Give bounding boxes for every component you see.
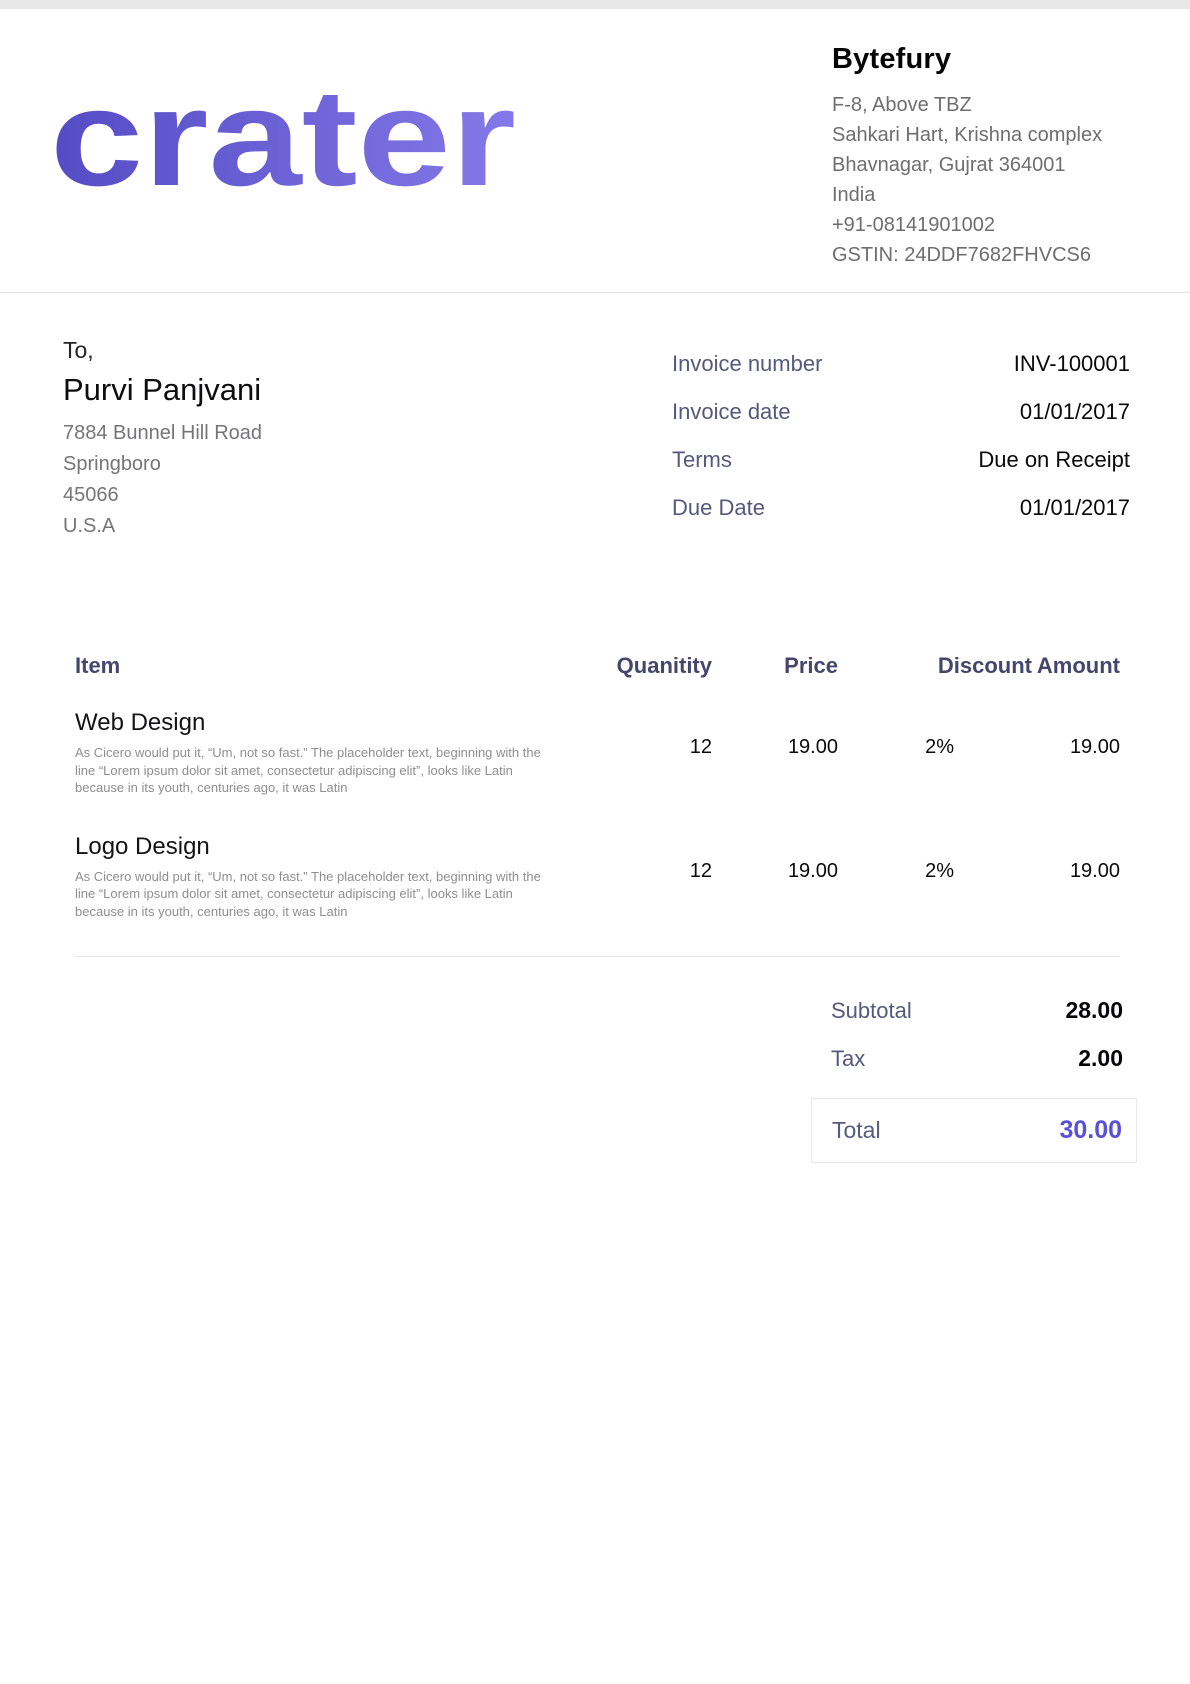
subtotal-row: Subtotal 28.00 (811, 997, 1137, 1024)
logo-text: crater (50, 75, 516, 213)
company-name: Bytefury (832, 43, 1144, 76)
items-table-header: Item Quanitity Price Discount Amount (75, 653, 1120, 679)
customer-address-line: 45066 (63, 480, 262, 511)
tax-value: 2.00 (1078, 1045, 1123, 1072)
customer-address-line: U.S.A (63, 511, 262, 542)
invoice-page: crater Bytefury F-8, Above TBZ Sahkari H… (0, 0, 1190, 1684)
table-row: Logo Design As Cicero would put it, “Um,… (75, 833, 1120, 921)
company-phone: +91-08141901002 (832, 210, 1144, 240)
item-discount: 2% (838, 709, 1032, 797)
invoice-date-value: 01/01/2017 (1020, 399, 1130, 425)
invoice-number-value: INV-100001 (1014, 351, 1130, 377)
company-address-line: Sahkari Hart, Krishna complex (832, 120, 1144, 150)
subtotal-label: Subtotal (831, 998, 912, 1024)
item-price: 19.00 (712, 833, 838, 921)
col-header-item: Item (75, 653, 560, 679)
invoice-meta-block: Invoice number INV-100001 Invoice date 0… (672, 351, 1130, 543)
col-header-discount: Discount (838, 653, 1032, 679)
company-address-line: India (832, 180, 1144, 210)
crater-logo-icon: crater (50, 75, 522, 213)
item-quantity: 12 (560, 833, 712, 921)
col-header-amount: Amount (1032, 653, 1120, 679)
item-price: 19.00 (712, 709, 838, 797)
item-amount: 19.00 (1032, 833, 1120, 921)
company-address-line: F-8, Above TBZ (832, 90, 1144, 120)
item-description: As Cicero would put it, “Um, not so fast… (75, 744, 555, 797)
tax-label: Tax (831, 1046, 865, 1072)
invoice-number-label: Invoice number (672, 351, 822, 377)
bill-to-block: To, Purvi Panjvani 7884 Bunnel Hill Road… (63, 337, 262, 543)
item-amount: 19.00 (1032, 709, 1120, 797)
due-date-value: 01/01/2017 (1020, 495, 1130, 521)
subtotal-value: 28.00 (1065, 997, 1123, 1024)
invoice-number-row: Invoice number INV-100001 (672, 351, 1130, 377)
top-bar (0, 0, 1190, 9)
col-header-price: Price (712, 653, 838, 679)
tax-row: Tax 2.00 (811, 1045, 1137, 1072)
due-date-row: Due Date 01/01/2017 (672, 495, 1130, 521)
company-address-line: Bhavnagar, Gujrat 364001 (832, 150, 1144, 180)
items-table: Item Quanitity Price Discount Amount Web… (0, 653, 1190, 920)
col-header-quantity: Quanitity (560, 653, 712, 679)
total-label: Total (832, 1117, 881, 1144)
table-row: Web Design As Cicero would put it, “Um, … (75, 709, 1120, 797)
crater-logo: crater (50, 75, 522, 218)
item-name: Logo Design (75, 833, 560, 861)
company-gstin: GSTIN: 24DDF7682FHVCS6 (832, 240, 1144, 270)
terms-value: Due on Receipt (978, 447, 1130, 473)
item-name: Web Design (75, 709, 560, 737)
item-description: As Cicero would put it, “Um, not so fast… (75, 868, 555, 921)
item-discount: 2% (838, 833, 1032, 921)
terms-row: Terms Due on Receipt (672, 447, 1130, 473)
customer-address-line: Springboro (63, 449, 262, 480)
total-value: 30.00 (1059, 1116, 1122, 1145)
item-cell: Logo Design As Cicero would put it, “Um,… (75, 833, 560, 921)
invoice-info-section: To, Purvi Panjvani 7884 Bunnel Hill Road… (0, 293, 1190, 543)
terms-label: Terms (672, 447, 732, 473)
item-cell: Web Design As Cicero would put it, “Um, … (75, 709, 560, 797)
table-bottom-divider (75, 956, 1120, 957)
customer-address-line: 7884 Bunnel Hill Road (63, 418, 262, 449)
totals-section: Subtotal 28.00 Tax 2.00 Total 30.00 (811, 997, 1137, 1163)
invoice-date-label: Invoice date (672, 399, 791, 425)
item-quantity: 12 (560, 709, 712, 797)
invoice-date-row: Invoice date 01/01/2017 (672, 399, 1130, 425)
invoice-header: crater Bytefury F-8, Above TBZ Sahkari H… (0, 9, 1190, 293)
customer-name: Purvi Panjvani (63, 372, 262, 408)
company-block: Bytefury F-8, Above TBZ Sahkari Hart, Kr… (832, 43, 1144, 270)
total-box: Total 30.00 (811, 1098, 1137, 1163)
to-label: To, (63, 337, 262, 364)
due-date-label: Due Date (672, 495, 765, 521)
